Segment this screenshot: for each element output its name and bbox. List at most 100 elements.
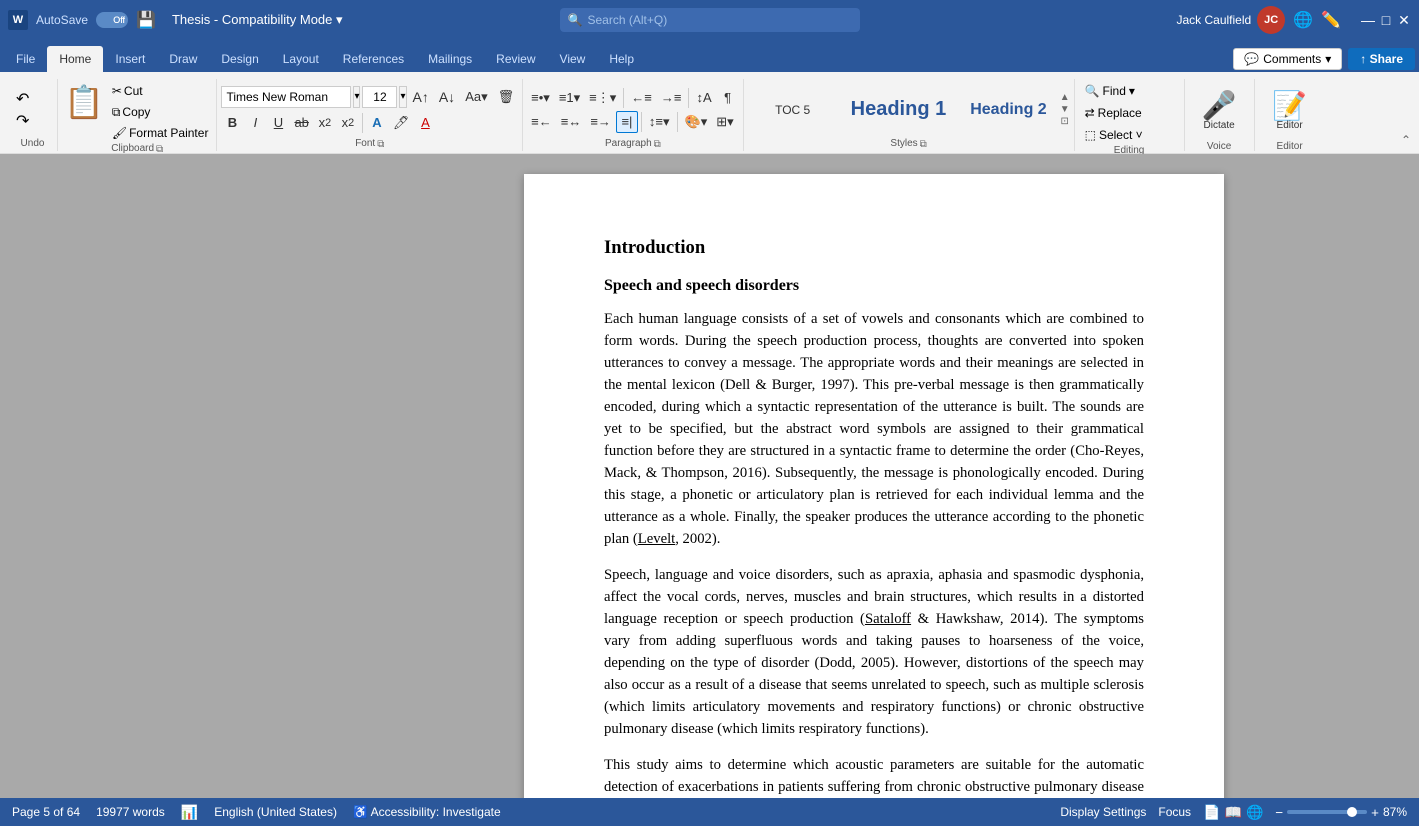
maximize-button[interactable]: □ <box>1379 13 1393 27</box>
text-effects-button[interactable]: A <box>366 112 388 134</box>
change-case-button[interactable]: Aa▾ <box>461 86 491 108</box>
zoom-slider[interactable] <box>1287 810 1367 814</box>
copy-icon: ⧉ <box>112 105 121 120</box>
font-controls: ▾ ▾ A↑ A↓ Aa▾ 🗑 B I U ab x2 x2 A <box>221 86 518 134</box>
zoom-level[interactable]: 87% <box>1383 805 1407 819</box>
styles-items: TOC 5 Heading 1 Heading 2 <box>748 85 1058 135</box>
line-spacing-button[interactable]: ↕≡▾ <box>645 111 674 133</box>
style-heading1[interactable]: Heading 1 <box>840 85 958 135</box>
borders-button[interactable]: ⊞▾ <box>712 111 737 133</box>
display-settings-button[interactable]: Display Settings <box>1060 805 1146 819</box>
increase-font-button[interactable]: A↑ <box>409 86 433 108</box>
multilevel-button[interactable]: ≡⋮▾ <box>585 87 620 109</box>
select-button[interactable]: ⬚ Select ˅ <box>1079 125 1149 145</box>
align-center-button[interactable]: ≡↔ <box>557 111 586 133</box>
font-expand-icon[interactable]: ⧉ <box>377 139 384 150</box>
tab-home[interactable]: Home <box>47 46 103 72</box>
zoom-out-button[interactable]: − <box>1275 805 1283 820</box>
save-button[interactable]: 💾 <box>136 10 156 30</box>
search-input[interactable] <box>560 8 860 32</box>
font-label: Font <box>355 138 375 151</box>
format-painter-icon: 🖌 <box>112 126 127 140</box>
font-color-button[interactable]: A <box>414 112 436 134</box>
copy-button[interactable]: ⧉ Copy <box>108 102 213 122</box>
dictate-button[interactable]: 🎤 Dictate <box>1196 81 1243 141</box>
decrease-indent-button[interactable]: ←≡ <box>627 87 656 109</box>
highlight-button[interactable]: 🖊 <box>389 112 414 134</box>
tab-insert[interactable]: Insert <box>103 46 157 72</box>
align-left-button[interactable]: ≡← <box>527 111 556 133</box>
find-button[interactable]: 🔍 Find ▾ <box>1079 81 1149 101</box>
tab-file[interactable]: File <box>4 46 47 72</box>
separator5 <box>677 112 678 132</box>
web-view-button[interactable]: 🌐 <box>1246 804 1263 821</box>
bullets-button[interactable]: ≡•▾ <box>527 87 554 109</box>
bold-button[interactable]: B <box>221 112 243 134</box>
pen-btn[interactable]: ✏️ <box>1321 10 1341 30</box>
font-name-input[interactable] <box>221 86 351 108</box>
ribbon-expand-button[interactable]: ⌃ <box>1401 133 1411 147</box>
styles-expand-button[interactable]: ⊡ <box>1060 116 1070 127</box>
font-name-dropdown[interactable]: ▾ <box>353 86 360 108</box>
search-container: 🔍 <box>560 8 860 32</box>
editor-button[interactable]: 📝 Editor <box>1266 81 1313 141</box>
reading-view-button[interactable]: 📖 <box>1225 804 1242 821</box>
minimize-button[interactable]: — <box>1361 13 1375 27</box>
clear-format-button[interactable]: 🗑 <box>494 86 519 108</box>
tab-mailings[interactable]: Mailings <box>416 46 484 72</box>
replace-button[interactable]: ⇄ Replace <box>1079 103 1149 123</box>
paragraph-expand-icon[interactable]: ⧉ <box>654 139 661 150</box>
tab-references[interactable]: References <box>331 46 416 72</box>
title-bar-center: 🔍 <box>476 8 944 32</box>
format-painter-button[interactable]: 🖌 Format Painter <box>108 123 213 143</box>
cut-button[interactable]: ✂ Cut <box>108 81 213 101</box>
shading-button[interactable]: 🎨▾ <box>681 111 712 133</box>
zoom-in-button[interactable]: + <box>1371 805 1379 820</box>
underline-button[interactable]: U <box>267 112 289 134</box>
title-bar-left: W AutoSave Off 💾 Thesis - Compatibility … <box>8 10 476 30</box>
styles-down-button[interactable]: ▼ <box>1060 104 1070 115</box>
toggle-switch[interactable]: Off <box>96 12 128 28</box>
tab-draw[interactable]: Draw <box>157 46 209 72</box>
autosave-toggle[interactable]: Off <box>96 12 128 28</box>
share-button[interactable]: ↑ Share <box>1348 48 1415 70</box>
styles-up-button[interactable]: ▲ <box>1060 92 1070 103</box>
tab-review[interactable]: Review <box>484 46 547 72</box>
focus-button[interactable]: Focus <box>1158 805 1191 819</box>
redo-button[interactable]: ↷ <box>12 111 33 131</box>
close-button[interactable]: ✕ <box>1397 13 1411 27</box>
tab-layout[interactable]: Layout <box>271 46 331 72</box>
styles-expand-icon[interactable]: ⧉ <box>920 139 927 150</box>
tab-design[interactable]: Design <box>209 46 270 72</box>
tab-help[interactable]: Help <box>597 46 646 72</box>
style-heading2[interactable]: Heading 2 <box>959 85 1057 135</box>
separator2 <box>623 88 624 108</box>
paste-button[interactable]: 📋 <box>62 81 106 123</box>
comments-button[interactable]: 💬 Comments ▾ <box>1233 48 1342 70</box>
print-layout-view-button[interactable]: 📄 <box>1203 804 1220 821</box>
numbering-button[interactable]: ≡1▾ <box>555 87 584 109</box>
decrease-font-button[interactable]: A↓ <box>435 86 459 108</box>
zoom-controls: − + 87% <box>1275 805 1407 820</box>
voice-group: 🎤 Dictate Voice <box>1185 79 1255 151</box>
editor-group: 📝 Editor Editor <box>1255 79 1325 151</box>
show-paragraph-button[interactable]: ¶ <box>717 87 739 109</box>
subscript-button[interactable]: x2 <box>314 112 336 134</box>
justify-button[interactable]: ≡| <box>616 111 638 133</box>
tab-view[interactable]: View <box>548 46 598 72</box>
style-toc5[interactable]: TOC 5 <box>748 85 838 135</box>
undo-group-top: ↶ ↷ <box>12 81 53 138</box>
increase-indent-button[interactable]: →≡ <box>657 87 686 109</box>
sort-button[interactable]: ↕A <box>692 87 715 109</box>
superscript-button[interactable]: x2 <box>337 112 359 134</box>
align-right-button[interactable]: ≡→ <box>586 111 615 133</box>
strikethrough-button[interactable]: ab <box>290 112 312 134</box>
voice-label: Voice <box>1207 141 1231 154</box>
track-changes-icon: 📊 <box>181 804 198 821</box>
font-row2: B I U ab x2 x2 A 🖊 A <box>221 112 518 134</box>
undo-button[interactable]: ↶ <box>12 89 33 109</box>
italic-button[interactable]: I <box>244 112 266 134</box>
font-size-input[interactable] <box>362 86 397 108</box>
globe-btn[interactable]: 🌐 <box>1293 10 1313 30</box>
font-size-dropdown[interactable]: ▾ <box>399 86 406 108</box>
